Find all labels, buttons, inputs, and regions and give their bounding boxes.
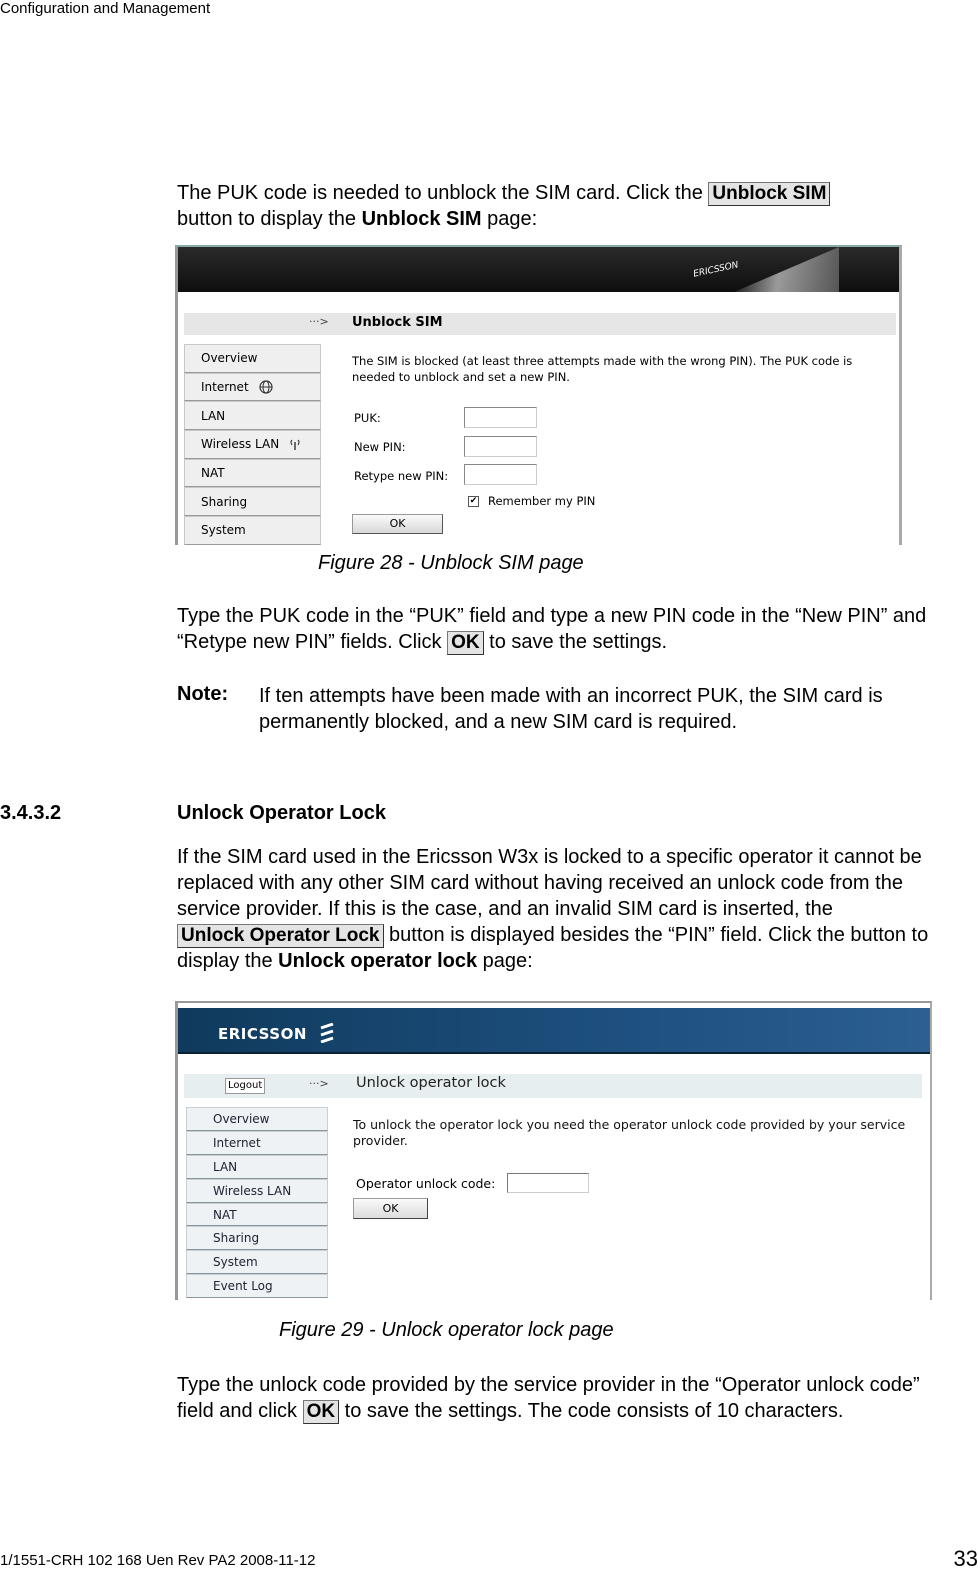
retype-pin-input[interactable]: [464, 464, 537, 485]
type-puk-paragraph: Type the PUK code in the “PUK” field and…: [177, 603, 947, 655]
banner: ERICSSON: [178, 247, 899, 292]
page-title: Unblock SIM: [352, 315, 443, 330]
sidebar-nav: Overview Internet LAN Wireless LAN NAT S…: [184, 344, 321, 545]
figure-29-caption: Figure 29 - Unlock operator lock page: [279, 1319, 614, 1341]
page-title: Unlock operator lock: [356, 1075, 506, 1091]
sidebar-item-nat[interactable]: NAT: [186, 1202, 328, 1227]
sidebar-item-label: NAT: [201, 466, 225, 481]
remember-pin-label: Remember my PIN: [488, 494, 596, 508]
banner: ERICSSON: [178, 1008, 930, 1054]
figure-28-screenshot: ERICSSON ···> Unblock SIM Overview Inter…: [175, 245, 902, 545]
sidebar-item-label: Wireless LAN: [201, 437, 280, 452]
arrow-icon: ···>: [309, 315, 329, 328]
new-pin-label: New PIN:: [354, 440, 406, 454]
paragraph-text: to save the settings. The code consists …: [339, 1400, 844, 1422]
logo-text: ERICSSON: [218, 1025, 307, 1043]
puk-input[interactable]: [464, 407, 537, 428]
description: To unlock the operator lock you need the…: [353, 1117, 906, 1148]
paragraph-text: to save the settings.: [483, 631, 668, 653]
intro-text-2: button to display the: [177, 208, 362, 230]
sidebar-item-sharing[interactable]: Sharing: [184, 487, 321, 517]
ericsson-logo-icon: [320, 1022, 334, 1044]
intro-text-3: page:: [481, 208, 538, 230]
sidebar-item-nat[interactable]: NAT: [184, 458, 321, 488]
note-label: Note:: [177, 683, 229, 705]
intro-text: The PUK code is needed to unblock the SI…: [177, 182, 709, 204]
sidebar-item-lan[interactable]: LAN: [184, 401, 321, 431]
ok-button-ref: OK: [302, 1400, 340, 1424]
intro-paragraph: The PUK code is needed to unblock the SI…: [177, 180, 947, 232]
remember-pin-checkbox[interactable]: ✔: [468, 496, 479, 507]
sidebar-item-lan[interactable]: LAN: [186, 1154, 328, 1179]
arrow-icon: ···>: [309, 1077, 329, 1090]
ericsson-logo: ERICSSON: [692, 260, 740, 280]
note-text: If ten attempts have been made with an i…: [259, 685, 883, 733]
operator-unlock-code-label: Operator unlock code:: [356, 1176, 496, 1191]
ok-button[interactable]: OK: [352, 514, 443, 534]
sidebar-item-event-log[interactable]: Event Log: [186, 1274, 328, 1299]
logout-button[interactable]: Logout: [225, 1078, 266, 1094]
ok-button[interactable]: OK: [353, 1198, 428, 1219]
sidebar-item-internet[interactable]: Internet: [186, 1130, 328, 1155]
page-title-bar: Logout ···> Unlock operator lock: [184, 1074, 922, 1098]
sidebar-item-system[interactable]: System: [184, 516, 321, 545]
sidebar-item-sharing[interactable]: Sharing: [186, 1226, 328, 1251]
sidebar-item-internet[interactable]: Internet: [184, 372, 321, 402]
sidebar-item-overview[interactable]: Overview: [184, 344, 321, 373]
ericsson-logo: ERICSSON: [218, 1022, 335, 1044]
new-pin-input[interactable]: [464, 436, 537, 457]
paragraph-text: page:: [477, 950, 533, 972]
operator-unlock-code-input[interactable]: [507, 1173, 589, 1193]
sidebar-item-label: LAN: [201, 408, 226, 423]
ok-button-ref: OK: [447, 631, 484, 655]
globe-icon: [259, 380, 273, 394]
section-number: 3.4.3.2: [0, 802, 62, 824]
unlock-code-paragraph: Type the unlock code provided by the ser…: [177, 1372, 947, 1424]
figure-28-caption: Figure 28 - Unblock SIM page: [318, 552, 584, 574]
running-header: Configuration and Management: [0, 0, 211, 17]
sidebar-item-wireless-lan[interactable]: Wireless LAN: [186, 1178, 328, 1203]
figure-29-screenshot: ERICSSON Logout ···> Unlock operator loc…: [175, 1001, 932, 1300]
sidebar-item-system[interactable]: System: [186, 1250, 328, 1275]
sidebar-item-label: Overview: [201, 351, 258, 366]
description: The SIM is blocked (at least three attem…: [352, 354, 853, 384]
wireless-icon: [290, 440, 300, 451]
section-title: Unlock Operator Lock: [177, 802, 386, 824]
retype-pin-label: Retype new PIN:: [354, 469, 449, 483]
intro-bold: Unblock SIM: [361, 208, 482, 230]
unblock-sim-button-ref: Unblock SIM: [708, 182, 831, 206]
page-number: 33: [953, 1546, 978, 1571]
page-title-bar: ···> Unblock SIM: [184, 313, 896, 335]
unlock-operator-lock-button-ref: Unlock Operator Lock: [177, 924, 384, 948]
sidebar-item-label: System: [201, 523, 246, 538]
sidebar-item-wireless-lan[interactable]: Wireless LAN: [184, 430, 321, 459]
sidebar-item-label: Internet: [201, 380, 249, 395]
puk-label: PUK:: [354, 411, 381, 425]
operator-paragraph: If the SIM card used in the Ericsson W3x…: [177, 844, 947, 974]
paragraph-text: If the SIM card used in the Ericsson W3x…: [177, 846, 922, 920]
sidebar-item-label: Sharing: [201, 494, 248, 509]
sidebar-nav: Overview Internet LAN Wireless LAN NAT S…: [186, 1107, 328, 1299]
footer-doc-id: 1/1551-CRH 102 168 Uen Rev PA2 2008-11-1…: [0, 1552, 316, 1569]
sidebar-item-overview[interactable]: Overview: [186, 1107, 328, 1131]
paragraph-bold: Unlock operator lock: [278, 950, 478, 972]
